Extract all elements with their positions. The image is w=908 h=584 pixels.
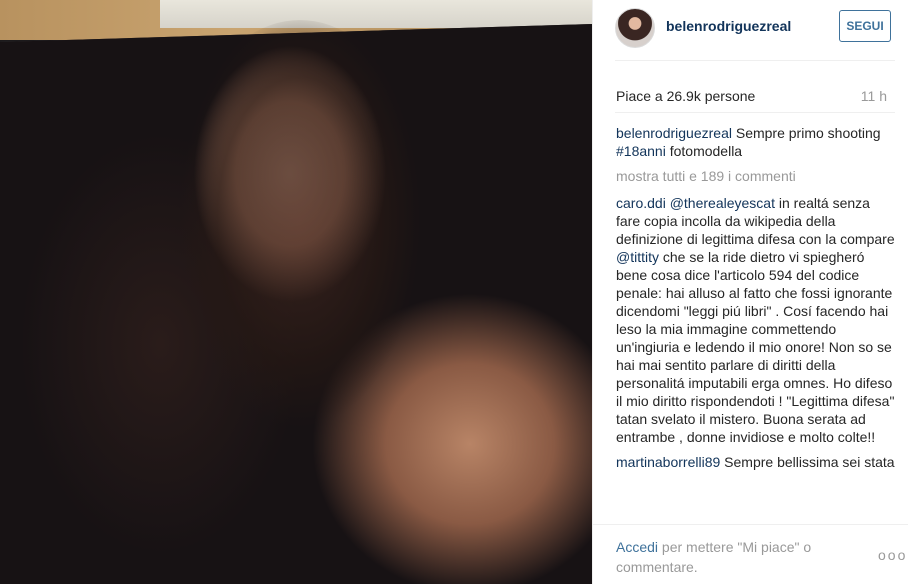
likes-count[interactable]: Piace a 26.9k persone	[616, 88, 755, 104]
comment-item: martinaborrelli89 Sempre bellissima sei …	[616, 453, 896, 471]
comments-list: belenrodriguezreal Sempre primo shooting…	[616, 124, 896, 524]
caption-username[interactable]: belenrodriguezreal	[616, 125, 732, 141]
caption-hashtag[interactable]: #18anni	[616, 143, 666, 159]
post-sidebar: belenrodriguezreal SEGUI Piace a 26.9k p…	[592, 0, 908, 584]
divider	[615, 60, 895, 61]
comment-mention[interactable]: @therealeyescat	[670, 195, 775, 211]
caption-text: fotomodella	[665, 143, 743, 159]
post-footer: Accedi per mettere "Mi piace" o commenta…	[593, 524, 908, 584]
timestamp[interactable]: 11 h	[861, 88, 887, 104]
divider	[615, 112, 895, 113]
comment-text: Sempre bellissima sei stata	[720, 454, 895, 470]
comment-text: che se la ride dietro vi spiegheró bene …	[616, 249, 895, 445]
photo-background-print	[160, 0, 592, 28]
comment-mention[interactable]: @tittity	[616, 249, 659, 265]
comment-item: caro.ddi @therealeyescat in realtá senza…	[616, 194, 896, 446]
login-prompt: Accedi per mettere "Mi piace" o commenta…	[616, 537, 846, 577]
login-link[interactable]: Accedi	[616, 539, 658, 555]
comment-username[interactable]: caro.ddi	[616, 195, 666, 211]
view-all-comments-link[interactable]: mostra tutti e 189 i commenti	[616, 167, 896, 185]
caption-text: Sempre primo shooting	[731, 125, 881, 141]
post-header: belenrodriguezreal SEGUI	[593, 0, 908, 60]
post-photo[interactable]	[0, 0, 592, 584]
comment-thread: caro.ddi @therealeyescat in realtá senza…	[616, 194, 896, 471]
caption: belenrodriguezreal Sempre primo shooting…	[616, 124, 896, 160]
follow-button[interactable]: SEGUI	[839, 10, 891, 42]
likes-row: Piace a 26.9k persone 11 h	[593, 80, 908, 110]
more-options-icon[interactable]: ooo	[878, 547, 907, 563]
avatar[interactable]	[615, 8, 655, 48]
photo-subject	[150, 20, 450, 540]
comment-username[interactable]: martinaborrelli89	[616, 454, 720, 470]
post-username[interactable]: belenrodriguezreal	[666, 18, 791, 34]
